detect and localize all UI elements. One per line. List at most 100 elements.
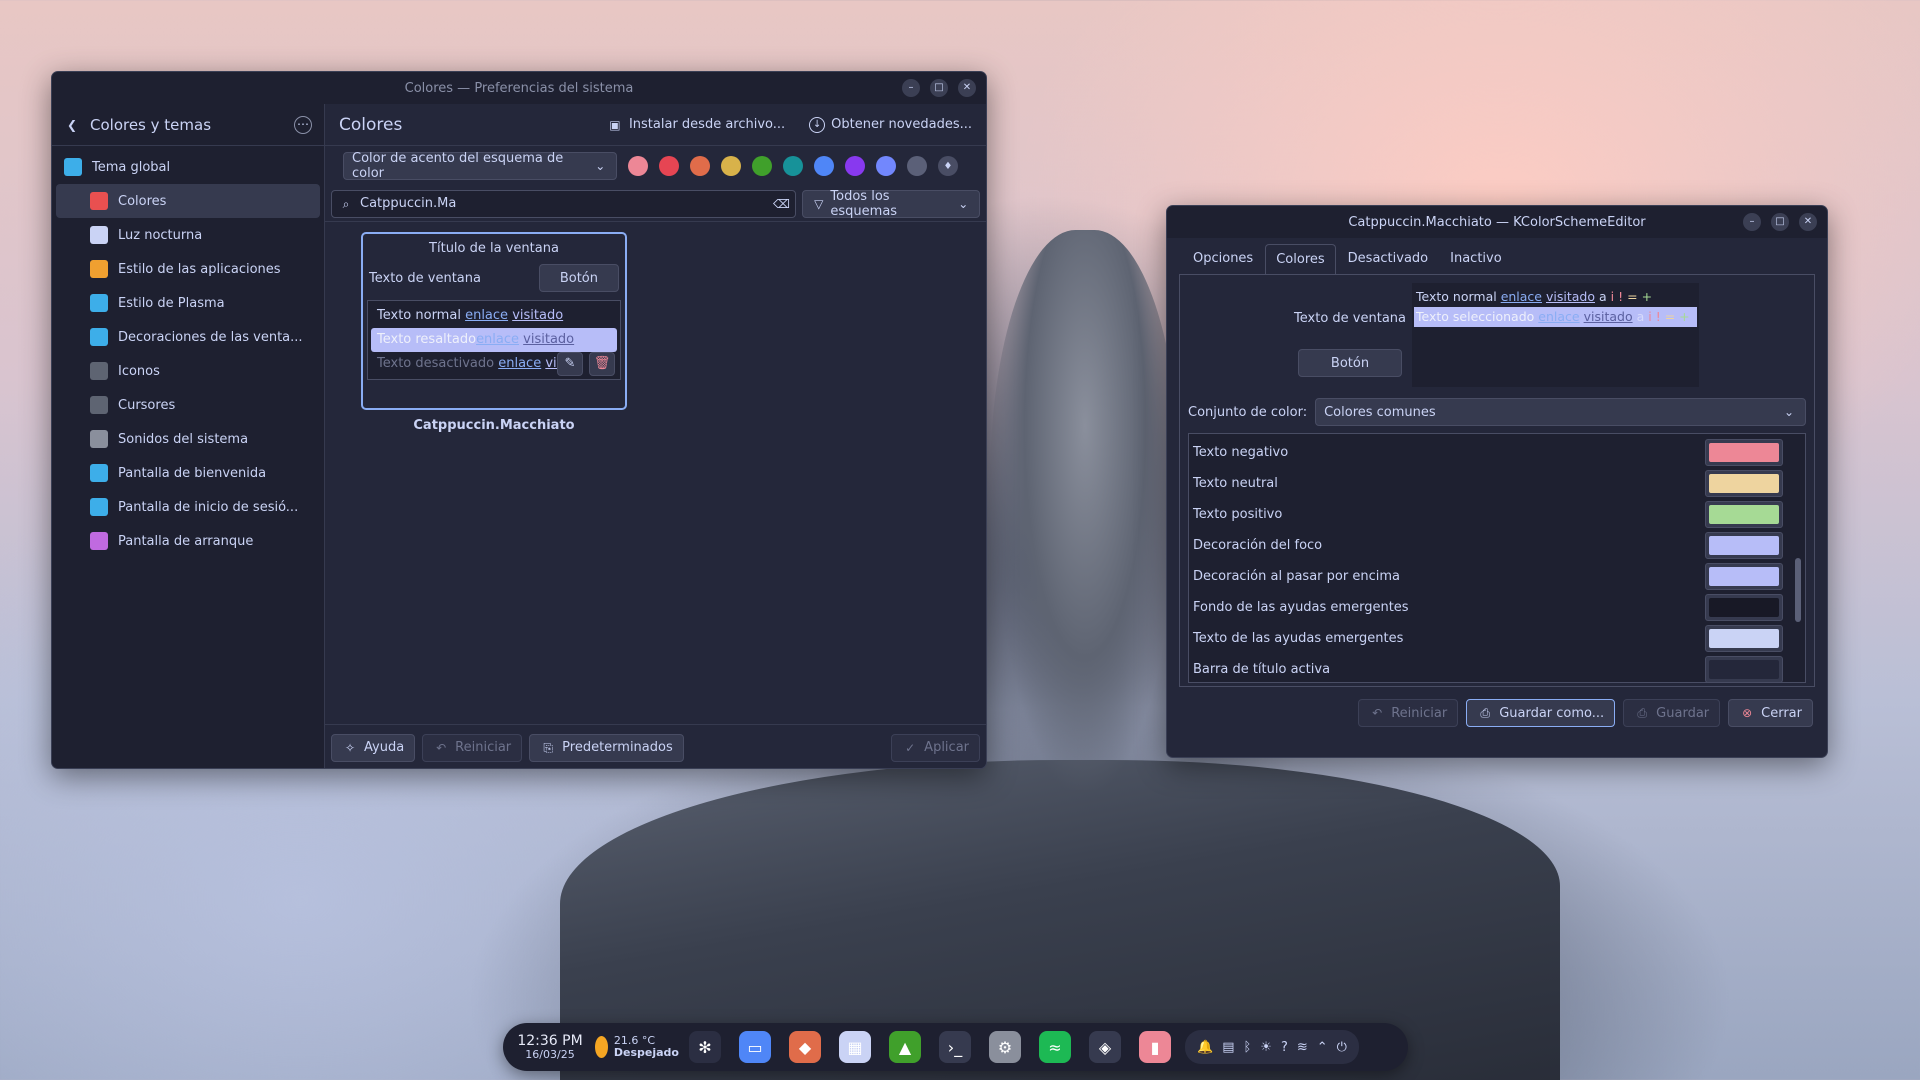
more-options-icon[interactable]: ⋯ — [294, 115, 312, 134]
color-picker-button[interactable] — [1705, 563, 1783, 590]
weather-condition: Despejado — [613, 1046, 679, 1059]
color-role-row: Texto neutral — [1189, 468, 1805, 499]
audio-app-icon[interactable]: ▮ — [1139, 1031, 1171, 1063]
tab-colors[interactable]: Colores — [1265, 244, 1336, 274]
accent-swatch[interactable] — [659, 156, 679, 176]
delete-scheme-icon[interactable]: 🗑 — [589, 352, 615, 376]
firefox-icon[interactable]: ◆ — [789, 1031, 821, 1063]
terminal-icon[interactable]: ›_ — [939, 1031, 971, 1063]
tab-options[interactable]: Opciones — [1183, 244, 1263, 274]
maximize-icon[interactable]: □ — [930, 79, 948, 97]
color-swatch — [1709, 536, 1779, 555]
color-picker-button[interactable] — [1705, 470, 1783, 497]
power-icon[interactable]: ⏻ — [1337, 1040, 1347, 1055]
accent-select[interactable]: Color de acento del esquema de color ⌄ — [343, 151, 617, 181]
chevron-up-icon[interactable]: ⌃ — [1317, 1040, 1328, 1055]
sidebar-item-icons[interactable]: Iconos — [52, 354, 324, 388]
clipboard-icon[interactable]: ▤ — [1222, 1040, 1234, 1055]
scheme-preview-card[interactable]: Título de la ventana Texto de ventana Bo… — [361, 232, 627, 410]
clock[interactable]: 12:36 PM 16/03/25 — [515, 1034, 585, 1060]
settings-icon[interactable]: ⚙ — [989, 1031, 1021, 1063]
clear-search-icon[interactable]: ⌫ — [773, 196, 790, 212]
colorset-select[interactable]: Colores comunes ⌄ — [1315, 398, 1806, 426]
sidebar-item-splash-screen[interactable]: Pantalla de bienvenida — [52, 456, 324, 490]
undo-icon: ↶ — [1372, 706, 1383, 720]
accent-swatch[interactable] — [783, 156, 803, 176]
accent-swatch[interactable] — [876, 156, 896, 176]
sidebar-item-app-style[interactable]: Estilo de las aplicaciones — [52, 252, 324, 286]
files-icon[interactable]: ▭ — [739, 1031, 771, 1063]
editor-reset-button[interactable]: ↶ Reiniciar — [1358, 699, 1459, 727]
accent-swatch[interactable] — [690, 156, 710, 176]
save-button[interactable]: ⎙ Guardar — [1623, 699, 1721, 727]
reset-button[interactable]: ↶ Reiniciar — [422, 733, 523, 762]
sidebar-item-cursors[interactable]: Cursores — [52, 388, 324, 422]
editor-titlebar[interactable]: Catppuccin.Macchiato — KColorSchemeEdito… — [1167, 206, 1827, 238]
sidebar-item-night-light[interactable]: Luz nocturna — [52, 218, 324, 252]
sidebar-item-label: Pantalla de arranque — [118, 533, 254, 549]
accent-swatch[interactable] — [907, 156, 927, 176]
kde-icon[interactable]: ✻ — [689, 1031, 721, 1063]
accent-swatch[interactable] — [752, 156, 772, 176]
color-role-row: Texto de las ayudas emergentes — [1189, 623, 1805, 654]
color-picker-button[interactable] — [1705, 625, 1783, 652]
sidebar-item-system-sounds[interactable]: Sonidos del sistema — [52, 422, 324, 456]
save-as-button[interactable]: ⎙ Guardar como... — [1466, 699, 1616, 727]
minimize-icon[interactable]: – — [902, 79, 920, 97]
apply-button[interactable]: ✓ Aplicar — [891, 733, 980, 762]
accent-swatch[interactable] — [628, 156, 648, 176]
colors-main: Colores ▣ Instalar desde archivo... ↓ Ob… — [325, 104, 986, 768]
accent-swatch[interactable] — [814, 156, 834, 176]
icons-icon — [90, 362, 108, 380]
get-new-button[interactable]: ↓ Obtener novedades... — [809, 116, 972, 133]
color-picker-button[interactable] — [1705, 439, 1783, 466]
install-from-file-button[interactable]: ▣ Instalar desde archivo... — [607, 117, 785, 133]
image-viewer-icon[interactable]: ▲ — [889, 1031, 921, 1063]
scheme-filter-select[interactable]: ▽ Todos los esquemas ⌄ — [802, 189, 980, 219]
color-picker-button[interactable] — [1705, 501, 1783, 528]
back-arrow-icon[interactable]: ❮ — [64, 117, 80, 133]
wifi-icon[interactable]: ≋ — [1297, 1040, 1308, 1055]
editor-preview: Texto de ventana Botón Texto normal enla… — [1188, 283, 1806, 387]
editor-preview-button: Botón — [1298, 349, 1402, 377]
sidebar-item-boot-screen[interactable]: Pantalla de arranque — [52, 524, 324, 558]
tab-inactive[interactable]: Inactivo — [1440, 244, 1512, 274]
sidebar-item-colors[interactable]: Colores — [56, 184, 320, 218]
login-screen-icon — [90, 498, 108, 516]
weather-widget[interactable]: 21.6 °C Despejado — [595, 1034, 679, 1059]
tab-disabled[interactable]: Desactivado — [1338, 244, 1438, 274]
close-icon[interactable]: ✕ — [958, 79, 976, 97]
minimize-icon[interactable]: – — [1743, 213, 1761, 231]
close-icon[interactable]: ✕ — [1799, 213, 1817, 231]
help-button[interactable]: ✧ Ayuda — [331, 733, 416, 762]
edit-scheme-icon[interactable]: ✎ — [557, 352, 583, 376]
accent-swatch[interactable] — [721, 156, 741, 176]
notifications-icon[interactable]: 🔔 — [1197, 1040, 1213, 1055]
store-icon[interactable]: ▦ — [839, 1031, 871, 1063]
defaults-button[interactable]: ⎘ Predeterminados — [529, 733, 684, 762]
custom-color-picker-icon[interactable]: ♦ — [938, 156, 958, 176]
accent-swatch[interactable] — [845, 156, 865, 176]
sidebar-item-global-theme[interactable]: Tema global — [52, 150, 324, 184]
window-decorations-icon — [90, 328, 108, 346]
accent-row: Color de acento del esquema de color ⌄ ♦ — [325, 146, 986, 186]
spotify-icon[interactable]: ≈ — [1039, 1031, 1071, 1063]
sidebar-item-login-screen[interactable]: Pantalla de inicio de sesió... — [52, 490, 324, 524]
color-picker-button[interactable] — [1705, 656, 1783, 683]
close-button[interactable]: ⊗ Cerrar — [1728, 699, 1813, 727]
search-input[interactable]: ⌕ Catppuccin.Ma ⌫ — [331, 189, 796, 218]
color-picker-button[interactable] — [1705, 594, 1783, 621]
android-icon[interactable]: ◈ — [1089, 1031, 1121, 1063]
color-picker-button[interactable] — [1705, 532, 1783, 559]
color-list-scrollbar[interactable] — [1795, 558, 1801, 622]
sidebar-item-label: Cursores — [118, 397, 176, 413]
help-circle-icon[interactable]: ? — [1281, 1040, 1288, 1055]
sidebar-item-window-decorations[interactable]: Decoraciones de las venta... — [52, 320, 324, 354]
search-row: ⌕ Catppuccin.Ma ⌫ ▽ Todos los esquemas ⌄ — [325, 186, 986, 222]
color-role-label: Decoración del foco — [1193, 538, 1323, 553]
sidebar-item-plasma-style[interactable]: Estilo de Plasma — [52, 286, 324, 320]
sys-titlebar[interactable]: Colores — Preferencias del sistema – □ ✕ — [52, 72, 986, 104]
maximize-icon[interactable]: □ — [1771, 213, 1789, 231]
bluetooth-icon[interactable]: ᛒ — [1243, 1040, 1251, 1055]
brightness-icon[interactable]: ☀ — [1260, 1040, 1272, 1055]
